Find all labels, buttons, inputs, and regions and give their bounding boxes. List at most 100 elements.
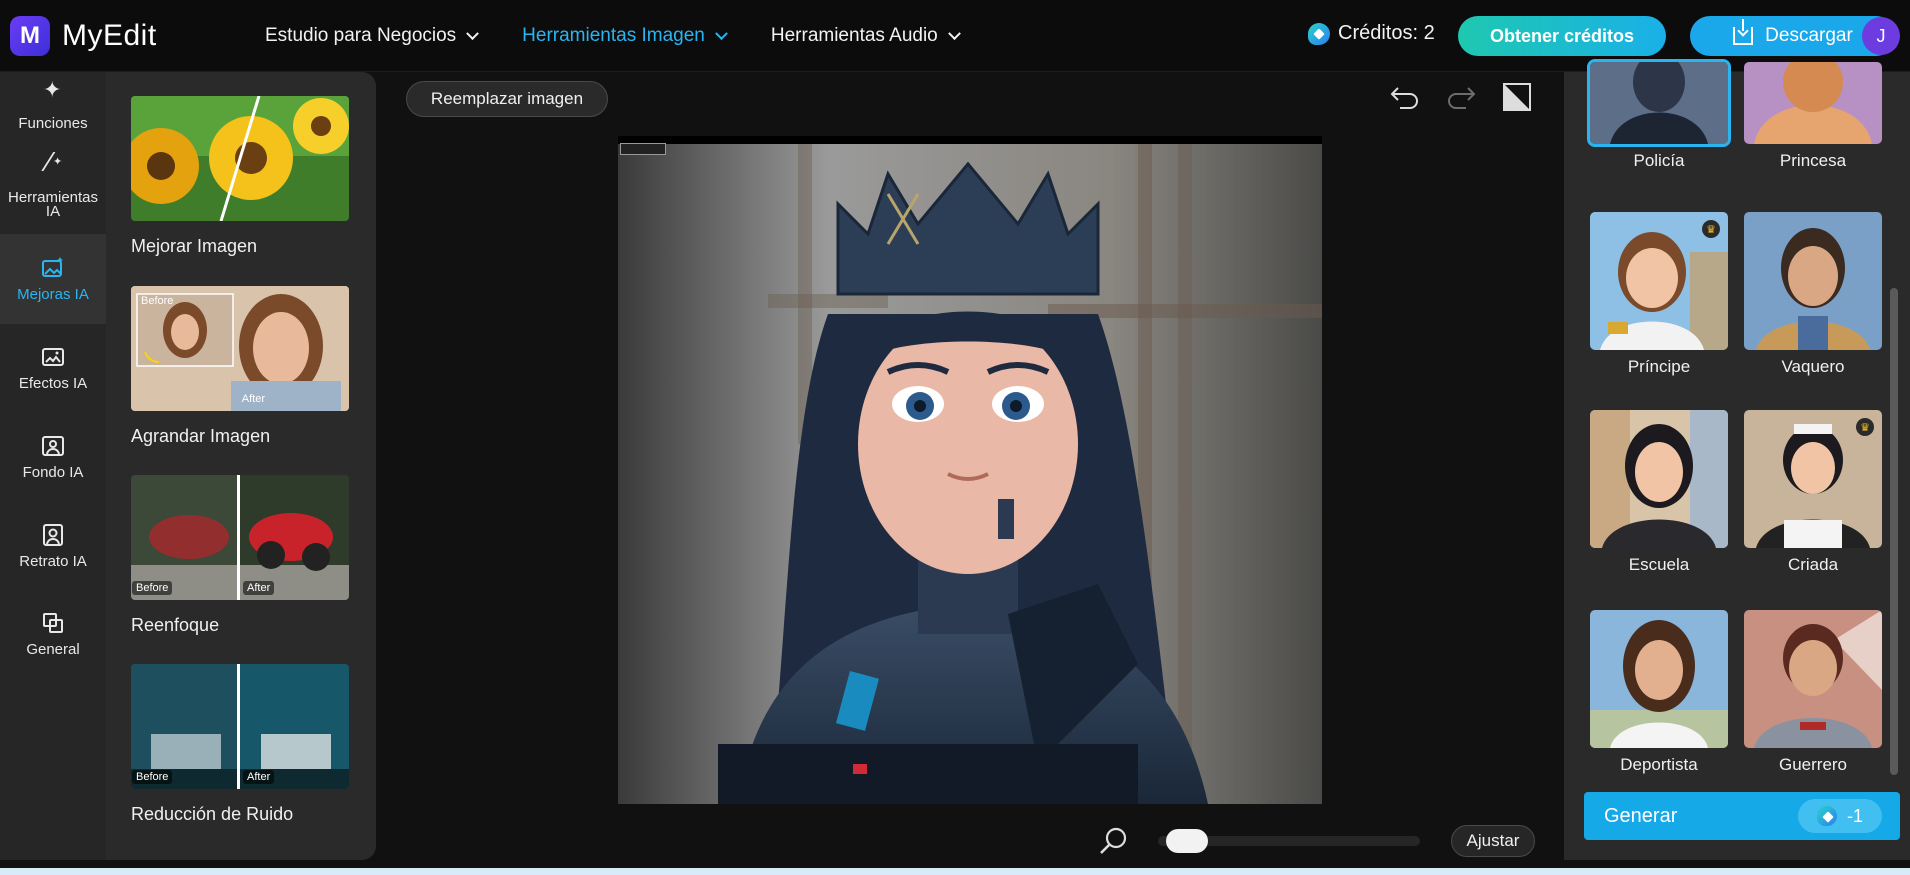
credit-icon [1816, 806, 1837, 826]
rail-item-ai-tools[interactable]: Herramientas IA [0, 144, 106, 234]
download-label: Descargar [1765, 25, 1853, 46]
tool-thumbnail: Before After [131, 475, 349, 600]
style-label: Príncipe [1627, 357, 1691, 376]
credit-icon [1308, 22, 1330, 45]
after-tag: After [243, 770, 275, 784]
generate-button[interactable]: Generar -1 [1584, 792, 1900, 840]
before-tag: Before [141, 295, 174, 307]
redo-icon[interactable] [1446, 84, 1476, 110]
undo-icon[interactable] [1390, 84, 1420, 110]
style-card-police[interactable]: Policía [1587, 59, 1731, 171]
rail-item-ai-effects[interactable]: Efectos IA [0, 324, 106, 412]
style-thumbnail [1590, 610, 1728, 748]
style-thumbnail [1744, 62, 1882, 144]
replace-image-button[interactable]: Reemplazar imagen [406, 81, 608, 117]
fit-button[interactable]: Ajustar [1451, 825, 1535, 857]
credits-label: Créditos: 2 [1338, 22, 1435, 44]
nav-label: Estudio para Negocios [265, 25, 457, 46]
style-label: Deportista [1620, 755, 1698, 774]
style-label: Vaquero [1781, 357, 1845, 376]
chevron-down-icon [947, 26, 961, 40]
tool-thumbnail: Before After [131, 286, 349, 411]
tool-label: Reducción de Ruido [131, 804, 294, 824]
sparkles-icon [41, 83, 65, 109]
rail-label: Funciones [18, 115, 88, 132]
style-thumbnail [1590, 410, 1728, 548]
generate-label: Generar [1604, 804, 1678, 827]
rail-item-ai-background[interactable]: Fondo IA [0, 412, 106, 502]
style-label: Policía [1633, 151, 1685, 170]
rail-item-funciones[interactable]: Funciones [0, 72, 106, 144]
style-thumbnail: ♛ [1744, 410, 1882, 548]
style-card-school[interactable]: Escuela [1590, 410, 1728, 575]
tool-upscale-image[interactable]: Before After Agrandar Imagen [131, 286, 351, 447]
nav-audio-tools[interactable]: Herramientas Audio [770, 25, 961, 47]
after-tag: After [243, 581, 275, 595]
image-enhance-icon [41, 256, 65, 280]
tool-panel: Mejorar Imagen Before After Agrandar Ima… [106, 72, 376, 860]
tool-denoise[interactable]: Before After Reducción de Ruido [131, 664, 351, 825]
get-credits-button[interactable]: Obtener créditos [1458, 16, 1666, 56]
style-label: Guerrero [1778, 755, 1848, 774]
nav-label: Herramientas Imagen [522, 25, 705, 46]
tool-thumbnail: Before After [131, 664, 349, 789]
app: M MyEdit Estudio para Negocios Herramien… [0, 0, 1910, 875]
compare-icon[interactable] [1502, 82, 1532, 112]
style-label: Criada [1787, 555, 1839, 574]
rail-label: Efectos IA [18, 375, 88, 392]
rail-label: General [26, 641, 80, 658]
style-panel: Policía Princesa ♛ Príncipe Vaquero Escu… [1564, 59, 1910, 860]
zoom-icon[interactable] [1098, 826, 1128, 856]
style-thumbnail [1744, 610, 1882, 748]
rail-label: Herramientas IA [8, 189, 99, 220]
premium-crown-icon: ♛ [1856, 418, 1874, 436]
style-label: Princesa [1779, 151, 1847, 170]
app-name: MyEdit [62, 19, 157, 52]
style-card-warrior[interactable]: Guerrero [1744, 610, 1882, 775]
rail-item-ai-portrait[interactable]: Retrato IA [0, 502, 106, 590]
style-card-athlete[interactable]: Deportista [1590, 610, 1728, 775]
style-card-maid[interactable]: ♛ Criada [1744, 410, 1882, 575]
rail-item-ai-enhance[interactable]: Mejoras IA [0, 234, 106, 324]
nav-business-studio[interactable]: Estudio para Negocios [265, 25, 480, 47]
style-card-prince[interactable]: ♛ Príncipe [1590, 212, 1728, 377]
avatar[interactable]: J [1862, 17, 1900, 55]
style-thumbnail [1587, 59, 1731, 147]
magic-wand-icon [41, 155, 65, 183]
style-card-princess[interactable]: Princesa [1744, 62, 1882, 171]
generate-cost: -1 [1846, 805, 1863, 826]
chevron-down-icon [715, 26, 728, 40]
generate-cost-badge: -1 [1798, 799, 1882, 833]
style-panel-scrollbar[interactable] [1890, 288, 1898, 775]
style-thumbnail: ♛ [1590, 212, 1728, 350]
tool-label: Agrandar Imagen [131, 426, 271, 446]
tool-label: Reenfoque [131, 615, 220, 635]
rail-item-general[interactable]: General [0, 590, 106, 678]
after-tag: After [241, 393, 265, 405]
credits-display: Créditos: 2 [1308, 22, 1435, 45]
before-tag: Before [132, 581, 173, 595]
tool-thumbnail [131, 96, 349, 221]
tool-label: Mejorar Imagen [131, 236, 258, 256]
logo-icon: M [10, 16, 50, 56]
logo[interactable]: M MyEdit [10, 16, 157, 56]
tool-sharpen[interactable]: Before After Reenfoque [131, 475, 351, 636]
nav-image-tools[interactable]: Herramientas Imagen [522, 25, 728, 47]
image-effects-icon [41, 345, 65, 369]
chevron-down-icon [466, 26, 480, 40]
category-rail: Funciones Herramientas IA Mejoras IA Efe… [0, 72, 106, 860]
nav-label: Herramientas Audio [770, 25, 938, 46]
portrait-icon [41, 523, 65, 547]
canvas-image[interactable] [618, 136, 1322, 804]
watermark [620, 143, 666, 155]
rail-label: Fondo IA [22, 464, 84, 481]
style-card-cowboy[interactable]: Vaquero [1744, 212, 1882, 377]
bottom-strip [0, 868, 1910, 875]
main-nav: Estudio para Negocios Herramientas Image… [265, 0, 961, 72]
general-icon [41, 611, 65, 635]
before-tag: Before [132, 770, 173, 784]
tool-enhance-image[interactable]: Mejorar Imagen [131, 96, 351, 257]
style-thumbnail [1744, 212, 1882, 350]
zoom-slider-handle[interactable] [1166, 829, 1208, 853]
style-label: Escuela [1628, 555, 1690, 574]
